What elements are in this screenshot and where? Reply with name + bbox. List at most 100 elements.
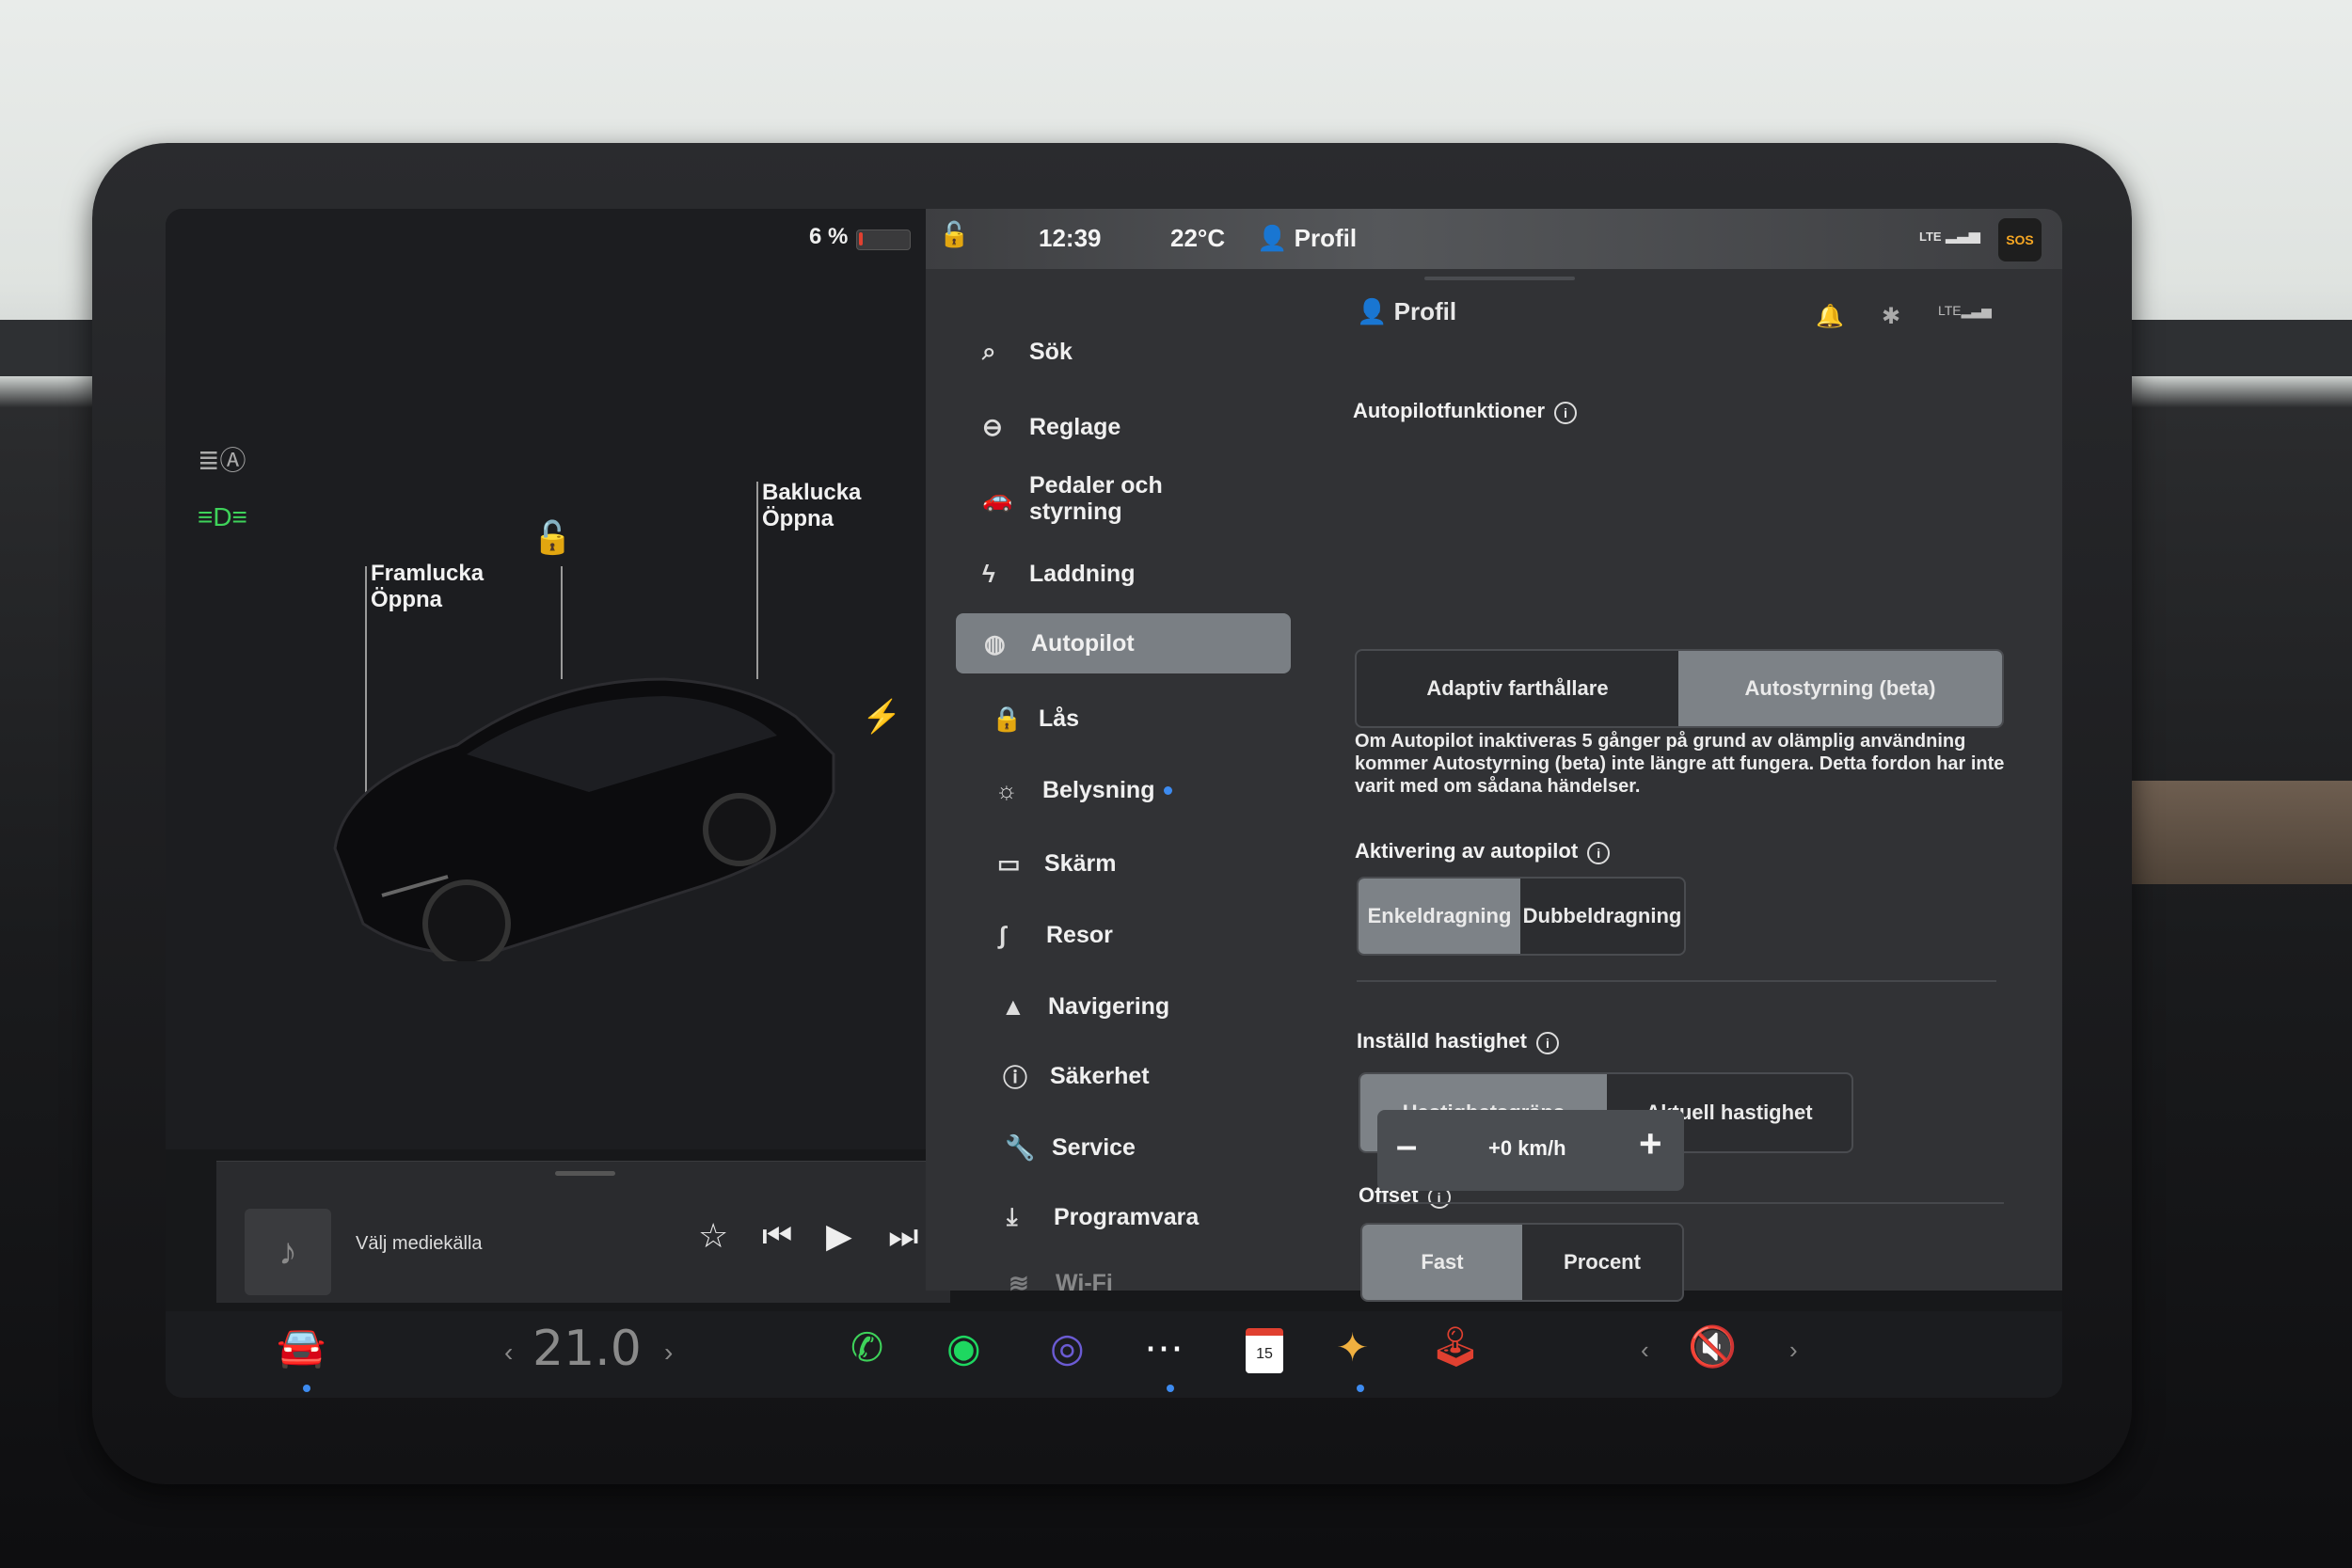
media-source-label[interactable]: Välj mediekälla: [356, 1233, 483, 1255]
option-fixed[interactable]: Fast: [1362, 1225, 1522, 1300]
info-icon[interactable]: i: [1554, 402, 1578, 424]
menu-item-resor[interactable]: ∫ Resor: [999, 905, 1113, 965]
menu-item-las[interactable]: 🔒 Lås: [992, 689, 1079, 749]
status-bar: 🔓 12:39 22°C 👤 Profil LTE ▂▃▅ SOS: [926, 209, 2062, 280]
menu-item-label: Belysning: [1042, 776, 1155, 803]
more-active-dot: [1167, 1385, 1174, 1392]
menu-item-reglage[interactable]: ⊖ Reglage: [982, 397, 1120, 457]
outside-temperature: 22°C: [1170, 224, 1226, 252]
signal-bars-icon: ▂▃▅: [1946, 228, 1980, 244]
phone-icon[interactable]: ✆: [850, 1324, 883, 1370]
menu-item-label: Pedaler och styrning: [1029, 472, 1163, 525]
decrease-button[interactable]: –: [1396, 1125, 1417, 1167]
favorite-star-icon[interactable]: ☆: [698, 1216, 728, 1256]
person-icon: 👤: [1257, 224, 1295, 252]
sos-button[interactable]: SOS: [1998, 218, 2042, 261]
joystick-icon[interactable]: 🕹: [1430, 1324, 1480, 1370]
info-icon[interactable]: i: [1535, 1032, 1559, 1054]
menu-item-pedaler[interactable]: 🚗 Pedaler och styrning: [982, 468, 1170, 529]
trunk-label[interactable]: Baklucka Öppna: [762, 480, 861, 532]
menu-item-laddning[interactable]: ϟ Laddning: [982, 544, 1135, 604]
trips-icon: ∫: [999, 920, 1007, 949]
option-percent[interactable]: Procent: [1522, 1225, 1682, 1300]
toybox-active-dot: [1357, 1385, 1364, 1392]
battery-icon: [856, 230, 911, 250]
menu-item-label: Service: [1052, 1133, 1136, 1161]
divider: [1377, 1202, 2004, 1204]
wifi-icon: ≋: [1009, 1268, 1029, 1297]
page-title: Profil: [1393, 297, 1457, 325]
divider: [1357, 980, 1996, 982]
car-render: [333, 677, 835, 961]
option-autosteer[interactable]: Autostyrning (beta): [1678, 651, 2002, 726]
bluetooth-icon[interactable]: ✱: [1882, 303, 1900, 330]
sun-icon: ☼: [995, 775, 1018, 804]
car-icon: 🚗: [982, 483, 1013, 513]
search-icon: ⌕: [982, 337, 996, 365]
more-icon[interactable]: ⋯: [1144, 1324, 1184, 1370]
media-drag-handle[interactable]: [555, 1171, 615, 1176]
profile-header[interactable]: 👤 Profil: [1357, 297, 1456, 326]
unlock-icon[interactable]: 🔓: [532, 519, 572, 557]
temp-decrease-icon[interactable]: ‹: [504, 1338, 513, 1368]
play-icon[interactable]: ▶: [826, 1216, 852, 1256]
next-track-icon[interactable]: ⏭: [888, 1216, 918, 1257]
activation-selector: Enkeldragning Dubbeldragning: [1357, 877, 1686, 956]
car-icon[interactable]: 🚘: [277, 1324, 326, 1370]
spotify-icon[interactable]: ◉: [946, 1324, 981, 1370]
new-indicator-dot: [1164, 785, 1173, 795]
menu-item-sakerhet[interactable]: ⓘ Säkerhet: [1003, 1046, 1150, 1106]
navigation-icon: ▲: [1001, 991, 1025, 1021]
menu-item-navigering[interactable]: ▲ Navigering: [1001, 976, 1169, 1037]
previous-track-icon[interactable]: ⏮: [762, 1216, 792, 1257]
menu-item-belysning[interactable]: ☼ Belysning: [995, 760, 1173, 820]
menu-item-programvara[interactable]: ⤓ Programvara: [1007, 1187, 1199, 1247]
option-double-pull[interactable]: Dubbeldragning: [1520, 879, 1684, 954]
auto-headlight-icon[interactable]: ≣Ⓐ: [198, 440, 246, 478]
low-beam-icon[interactable]: ≡D≡: [198, 502, 247, 532]
music-note-icon[interactable]: ♪: [245, 1209, 331, 1295]
menu-item-service[interactable]: 🔧 Service: [1005, 1117, 1136, 1178]
menu-item-wifi[interactable]: ≋ Wi-Fi: [1009, 1253, 1113, 1313]
offset-selector: Fast Procent: [1360, 1223, 1684, 1302]
volume-up-icon[interactable]: ›: [1789, 1336, 1798, 1365]
unlock-status-icon[interactable]: 🔓: [939, 220, 969, 249]
menu-item-label: Skärm: [1044, 849, 1117, 877]
autopilot-warning-note: Om Autopilot inaktiveras 5 gånger på gru…: [1355, 731, 2005, 797]
heading-text: Inställd hastighet: [1357, 1029, 1527, 1053]
bolt-icon: ϟ: [982, 559, 995, 588]
offset-value: +0 km/h: [1488, 1136, 1566, 1160]
search-field[interactable]: ⌕ Sök: [982, 322, 1073, 382]
menu-item-label: Resor: [1046, 921, 1113, 948]
frunk-title: Framlucka: [371, 561, 485, 586]
activation-heading: Aktivering av autopilot i: [1355, 839, 1611, 864]
increase-button[interactable]: +: [1639, 1121, 1662, 1166]
profile-status[interactable]: 👤 Profil: [1257, 224, 1357, 253]
car-visualization-panel: 6 % ≣Ⓐ ≡D≡ Framlucka Öppna Baklucka Öppn…: [166, 209, 956, 1149]
frunk-label[interactable]: Framlucka Öppna: [371, 561, 484, 613]
media-player: ♪ Välj mediekälla ☆ ⏮ ▶ ⏭: [216, 1161, 950, 1303]
bottom-dock: 🚘 ‹ 21.0 › ✆ ◉ ◎ ⋯ 15 ✦ 🕹 ‹ 🔇 ›: [166, 1311, 2062, 1398]
temp-increase-icon[interactable]: ›: [664, 1338, 673, 1368]
status-drag-handle[interactable]: [1424, 277, 1575, 280]
frunk-state: Öppna: [371, 587, 442, 612]
car-active-dot: [303, 1385, 310, 1392]
bell-icon[interactable]: 🔔: [1816, 303, 1844, 330]
info-icon[interactable]: i: [1587, 842, 1611, 864]
cabin-temperature[interactable]: 21.0: [532, 1321, 642, 1377]
volume-mute-icon[interactable]: 🔇: [1688, 1324, 1737, 1370]
autopilot-features-heading: Autopilotfunktioner i: [1353, 399, 1578, 424]
menu-item-label: Laddning: [1029, 560, 1136, 587]
menu-item-autopilot[interactable]: ◍ Autopilot: [956, 613, 1291, 673]
option-single-pull[interactable]: Enkeldragning: [1359, 879, 1520, 954]
toybox-icon[interactable]: ✦: [1336, 1324, 1369, 1370]
menu-item-label: Reglage: [1029, 413, 1121, 440]
menu-item-skarm[interactable]: ▭ Skärm: [997, 833, 1116, 894]
autopilot-features-selector: Adaptiv farthållare Autostyrning (beta): [1355, 649, 2004, 728]
calendar-icon[interactable]: 15: [1246, 1328, 1283, 1373]
menu-item-label: Säkerhet: [1050, 1062, 1150, 1089]
option-adaptive-cruise[interactable]: Adaptiv farthållare: [1357, 651, 1678, 726]
volume-down-icon[interactable]: ‹: [1641, 1336, 1649, 1365]
camera-icon[interactable]: ◎: [1050, 1324, 1085, 1370]
wrench-icon: 🔧: [1005, 1132, 1036, 1162]
